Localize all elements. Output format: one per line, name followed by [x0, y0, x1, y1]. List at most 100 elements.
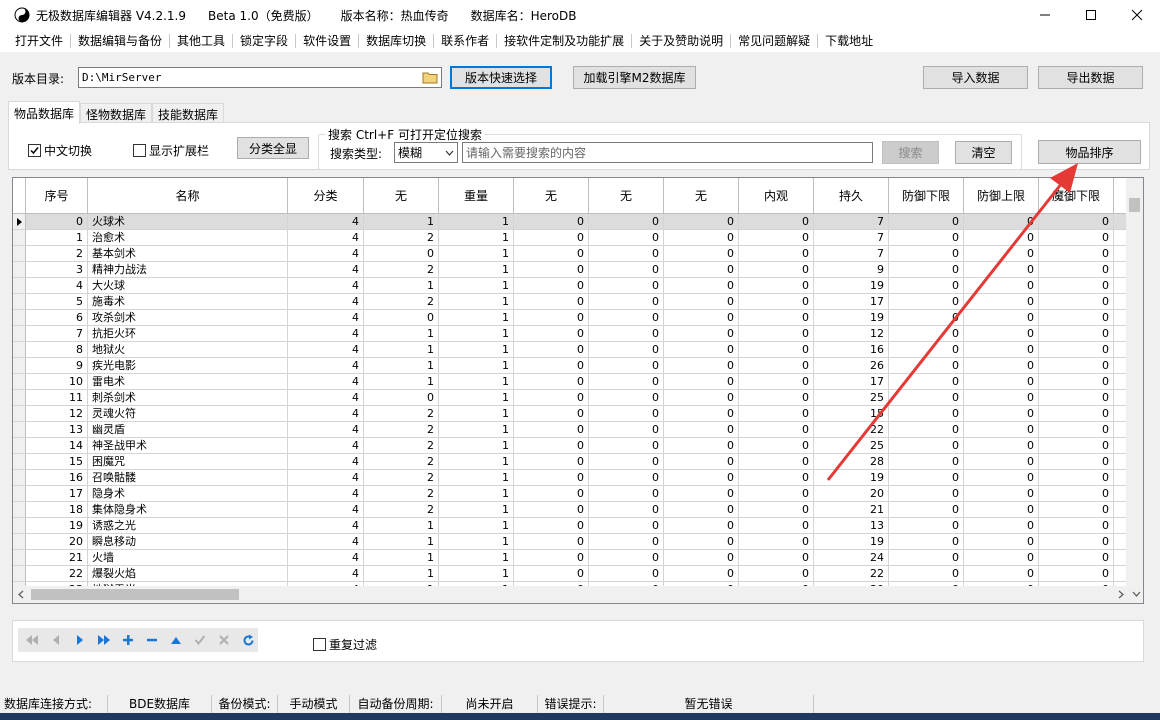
- table-cell[interactable]: 19: [814, 278, 889, 294]
- table-cell[interactable]: 13: [814, 518, 889, 534]
- table-cell[interactable]: 4: [288, 534, 364, 550]
- column-header[interactable]: 无: [364, 178, 439, 214]
- table-cell[interactable]: 0: [889, 214, 964, 230]
- row-indicator[interactable]: [13, 486, 26, 502]
- row-indicator[interactable]: [13, 326, 26, 342]
- table-cell[interactable]: 0: [964, 214, 1039, 230]
- table-cell[interactable]: 1: [439, 230, 514, 246]
- minimize-button[interactable]: [1022, 0, 1068, 30]
- table-cell[interactable]: 0: [589, 406, 664, 422]
- table-cell[interactable]: 0: [664, 214, 739, 230]
- table-row[interactable]: 12 灵魂火符 4 2 1 0 0 0 0 15 0 0 0: [13, 406, 1143, 422]
- maximize-button[interactable]: [1068, 0, 1114, 30]
- table-cell[interactable]: 19: [26, 518, 88, 534]
- table-cell[interactable]: 21: [26, 550, 88, 566]
- table-cell[interactable]: 1: [26, 230, 88, 246]
- table-cell[interactable]: 0: [889, 390, 964, 406]
- table-cell[interactable]: 集体隐身术: [88, 502, 288, 518]
- table-cell[interactable]: 0: [26, 214, 88, 230]
- table-cell[interactable]: 0: [664, 230, 739, 246]
- table-cell[interactable]: 0: [964, 550, 1039, 566]
- table-cell[interactable]: 2: [364, 470, 439, 486]
- table-cell[interactable]: 4: [26, 278, 88, 294]
- table-cell[interactable]: 0: [739, 438, 814, 454]
- table-cell[interactable]: 0: [664, 422, 739, 438]
- search-type-select[interactable]: 模糊: [394, 142, 458, 163]
- table-cell[interactable]: 7: [814, 246, 889, 262]
- table-cell[interactable]: 0: [889, 518, 964, 534]
- table-cell[interactable]: 13: [26, 422, 88, 438]
- table-cell[interactable]: 火墙: [88, 550, 288, 566]
- table-cell[interactable]: 1: [439, 294, 514, 310]
- tab-skills[interactable]: 技能数据库: [152, 103, 225, 124]
- table-cell[interactable]: 0: [739, 214, 814, 230]
- table-cell[interactable]: 1: [439, 438, 514, 454]
- row-indicator[interactable]: [13, 230, 26, 246]
- row-indicator[interactable]: [13, 342, 26, 358]
- item-data-grid[interactable]: 序号名称分类无重量无无无内观持久防御下限防御上限魔御下限魔 0火球术411000…: [12, 177, 1144, 604]
- table-cell[interactable]: 1: [364, 214, 439, 230]
- table-row[interactable]: 20 瞬息移动 4 1 1 0 0 0 0 19 0 0 0: [13, 534, 1143, 550]
- table-cell[interactable]: 0: [664, 566, 739, 582]
- table-cell[interactable]: 1: [364, 518, 439, 534]
- table-cell[interactable]: 2: [364, 438, 439, 454]
- table-cell[interactable]: 1: [364, 534, 439, 550]
- table-cell[interactable]: 0: [1039, 566, 1114, 582]
- menu-contact-author[interactable]: 联系作者: [434, 30, 496, 52]
- table-cell[interactable]: 2: [364, 454, 439, 470]
- table-cell[interactable]: 0: [1039, 454, 1114, 470]
- nav-next-button[interactable]: [70, 630, 90, 650]
- row-indicator[interactable]: [13, 406, 26, 422]
- menu-settings[interactable]: 软件设置: [296, 30, 358, 52]
- table-cell[interactable]: 0: [1039, 358, 1114, 374]
- column-header[interactable]: 魔御下限: [1039, 178, 1114, 214]
- table-cell[interactable]: 0: [589, 230, 664, 246]
- table-cell[interactable]: 0: [889, 358, 964, 374]
- table-cell[interactable]: 灵魂火符: [88, 406, 288, 422]
- table-row[interactable]: 14 神圣战甲术 4 2 1 0 0 0 0 25 0 0 0: [13, 438, 1143, 454]
- table-cell[interactable]: 4: [288, 342, 364, 358]
- table-cell[interactable]: 神圣战甲术: [88, 438, 288, 454]
- table-cell[interactable]: 4: [288, 406, 364, 422]
- table-cell[interactable]: 3: [26, 262, 88, 278]
- table-cell[interactable]: 4: [288, 502, 364, 518]
- table-cell[interactable]: 4: [288, 486, 364, 502]
- table-cell[interactable]: 19: [814, 470, 889, 486]
- table-cell[interactable]: 0: [964, 534, 1039, 550]
- table-row[interactable]: 4 大火球 4 1 1 0 0 0 0 19 0 0 0: [13, 278, 1143, 294]
- table-cell[interactable]: 0: [889, 470, 964, 486]
- table-cell[interactable]: 0: [964, 230, 1039, 246]
- table-cell[interactable]: 0: [514, 454, 589, 470]
- chinese-switch-checkbox[interactable]: 中文切换: [28, 142, 92, 159]
- item-sort-button[interactable]: 物品排序: [1038, 140, 1141, 164]
- table-cell[interactable]: 8: [26, 342, 88, 358]
- table-cell[interactable]: 26: [814, 358, 889, 374]
- table-cell[interactable]: 0: [589, 214, 664, 230]
- table-cell[interactable]: 1: [364, 278, 439, 294]
- table-cell[interactable]: 0: [364, 390, 439, 406]
- row-indicator[interactable]: [13, 454, 26, 470]
- table-cell[interactable]: 0: [964, 406, 1039, 422]
- table-cell[interactable]: 0: [589, 534, 664, 550]
- row-indicator[interactable]: [13, 422, 26, 438]
- table-cell[interactable]: 0: [514, 278, 589, 294]
- row-indicator[interactable]: [13, 310, 26, 326]
- table-cell[interactable]: 0: [889, 550, 964, 566]
- row-indicator[interactable]: [13, 374, 26, 390]
- table-row[interactable]: 2 基本剑术 4 0 1 0 0 0 0 7 0 0 0: [13, 246, 1143, 262]
- table-cell[interactable]: 2: [364, 294, 439, 310]
- table-cell[interactable]: 0: [514, 406, 589, 422]
- table-cell[interactable]: 0: [889, 454, 964, 470]
- table-cell[interactable]: 0: [739, 262, 814, 278]
- table-cell[interactable]: 0: [739, 310, 814, 326]
- table-cell[interactable]: 0: [514, 326, 589, 342]
- column-header[interactable]: 持久: [814, 178, 889, 214]
- table-cell[interactable]: 0: [664, 534, 739, 550]
- table-cell[interactable]: 0: [964, 470, 1039, 486]
- table-cell[interactable]: 0: [739, 358, 814, 374]
- row-indicator[interactable]: [13, 262, 26, 278]
- column-header[interactable]: 名称: [88, 178, 288, 214]
- table-cell[interactable]: 0: [1039, 230, 1114, 246]
- search-input[interactable]: 请输入需要搜索的内容: [462, 142, 873, 163]
- table-cell[interactable]: 0: [889, 230, 964, 246]
